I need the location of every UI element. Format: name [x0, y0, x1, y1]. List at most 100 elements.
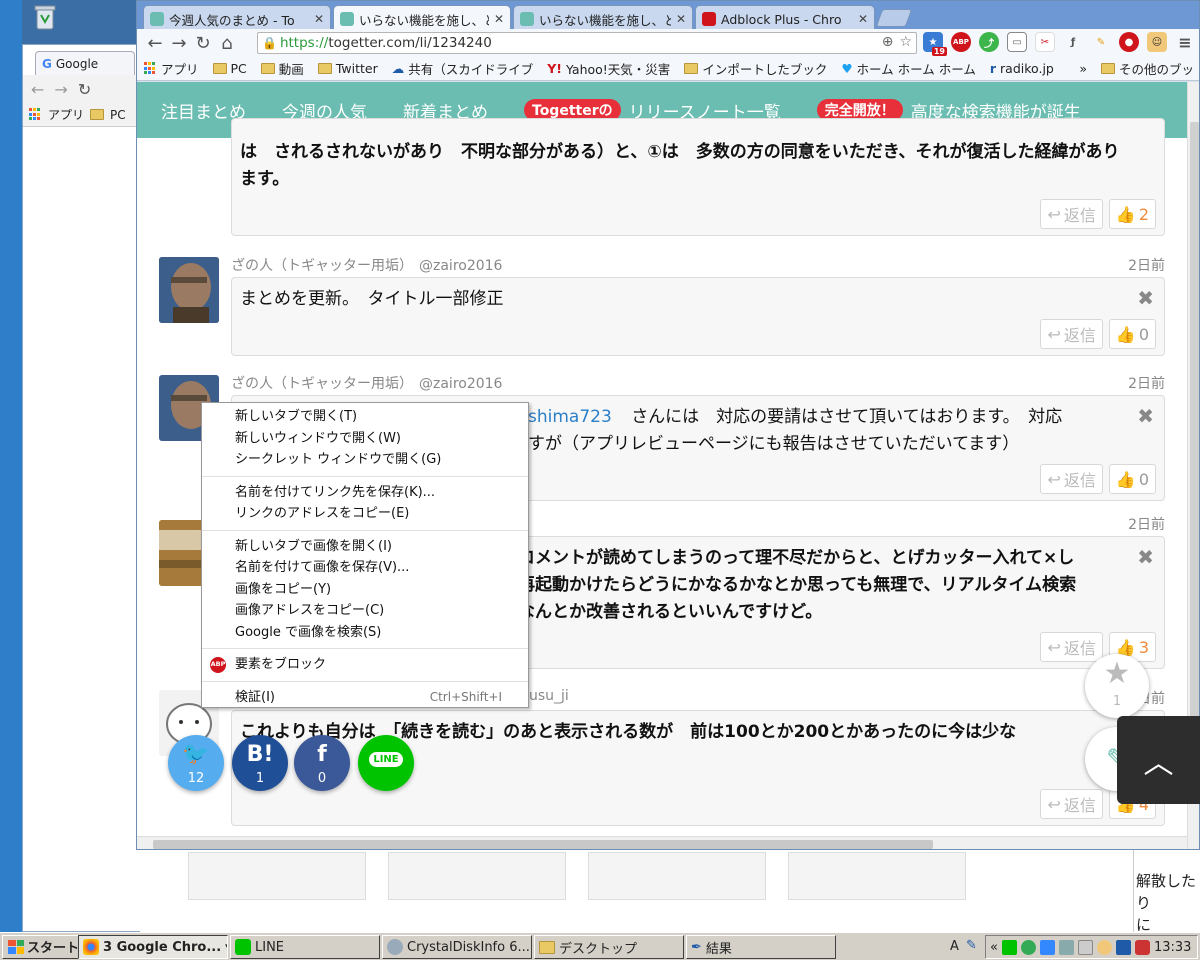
hatena-bookmark-button[interactable]: B! 1 — [232, 735, 288, 791]
menu-copy-image-address[interactable]: 画像アドレスをコピー(C) — [202, 600, 528, 622]
face-extension-icon[interactable]: ☺ — [1147, 32, 1167, 52]
new-tab-button[interactable] — [875, 9, 913, 27]
reply-button[interactable]: ↩ 返信 — [1040, 789, 1103, 819]
like-button[interactable]: 👍 0 — [1108, 319, 1156, 349]
bookmark-folder-imported[interactable]: インポートしたブック — [677, 59, 834, 78]
reply-button[interactable]: ↩ 返信 — [1040, 199, 1103, 229]
avatar[interactable] — [159, 257, 219, 323]
thumbnail[interactable] — [388, 852, 566, 900]
bookmark-apps[interactable]: アプリ — [137, 59, 206, 78]
thumbnail[interactable] — [188, 852, 366, 900]
face-tray-icon[interactable] — [1096, 939, 1112, 955]
menu-save-image-as[interactable]: 名前を付けて画像を保存(V)... — [202, 557, 528, 579]
shield-tray-icon[interactable] — [1134, 939, 1150, 955]
forward-icon[interactable]: → — [54, 80, 67, 99]
start-button[interactable]: スタート — [2, 934, 86, 959]
tab-current[interactable]: いらない機能を施し、と ✕ — [333, 5, 511, 29]
display-tray-icon[interactable] — [1058, 939, 1074, 955]
tab-adblock[interactable]: Adblock Plus - Chro ✕ — [695, 5, 875, 29]
comment-author[interactable]: ざの人（トギャッター用垢） — [231, 258, 413, 274]
adblock-plus-icon[interactable]: ABP — [951, 32, 971, 52]
like-button[interactable]: 👍 2 — [1108, 199, 1156, 229]
thumbnail[interactable] — [588, 852, 766, 900]
line-share-button[interactable]: LINE — [358, 735, 414, 791]
pen-tray-icon[interactable] — [1115, 939, 1131, 955]
bookmark-folder-video[interactable]: 動画 — [254, 59, 311, 78]
network-tray-icon[interactable] — [1039, 939, 1055, 955]
curve-extension-icon[interactable]: ƒ — [1063, 32, 1083, 52]
bookmark-home[interactable]: ♥ ホーム ホーム ホーム — [834, 59, 983, 78]
share-extension-icon[interactable]: ⤴ — [979, 32, 999, 52]
back-icon[interactable]: ← — [31, 80, 44, 99]
facebook-share-button[interactable]: f 0 — [294, 735, 350, 791]
bookmark-yahoo-weather[interactable]: Y! Yahoo!天気・災害 — [540, 59, 677, 78]
favorite-button[interactable]: ★ 1 — [1085, 654, 1149, 718]
pencil-extension-icon[interactable]: ✎ — [1091, 32, 1111, 52]
extension-star-icon[interactable]: ★ 19 — [923, 32, 947, 56]
task-line[interactable]: LINE — [230, 935, 380, 959]
tab-duplicate[interactable]: いらない機能を施し、と ✕ — [513, 5, 693, 29]
close-icon[interactable]: ✕ — [314, 12, 324, 26]
menu-open-new-window[interactable]: 新しいウィンドウで開く(W) — [202, 428, 528, 450]
scrollbar-thumb[interactable] — [1190, 122, 1199, 742]
menu-save-link-as[interactable]: 名前を付けてリンク先を保存(K)... — [202, 482, 528, 504]
reply-button[interactable]: ↩ 返信 — [1040, 464, 1103, 494]
comment-handle[interactable]: @zairo2016 — [419, 376, 502, 392]
bookmark-folder-twitter[interactable]: Twitter — [311, 61, 385, 76]
comment-handle[interactable]: usu_ji — [529, 688, 569, 704]
like-button[interactable]: 👍 0 — [1108, 464, 1156, 494]
address-bar[interactable]: 🔒 https:// togetter.com/li/1234240 ⊕ ☆ — [257, 32, 917, 54]
zoom-icon[interactable]: ⊕ — [882, 34, 894, 50]
reply-button[interactable]: ↩ 返信 — [1040, 319, 1103, 349]
background-tab[interactable]: G Google — [35, 51, 135, 75]
bookmark-folder-other[interactable]: その他のブッ — [1094, 59, 1199, 78]
recycle-bin-icon[interactable] — [30, 2, 60, 32]
delete-icon[interactable]: ✖ — [1137, 545, 1154, 569]
reload-icon[interactable]: ↻ — [191, 33, 215, 54]
ime-icon[interactable]: ✎ — [966, 938, 977, 953]
comment-time[interactable]: 2日前 — [1128, 255, 1165, 274]
line-tray-icon[interactable] — [1001, 939, 1017, 955]
close-icon[interactable]: ✕ — [676, 12, 686, 26]
comment-handle[interactable]: @zairo2016 — [419, 258, 502, 274]
bookmark-star-icon[interactable]: ☆ — [899, 34, 912, 50]
menu-copy-image[interactable]: 画像をコピー(Y) — [202, 579, 528, 601]
menu-inspect[interactable]: 検証(I) Ctrl+Shift+I — [202, 687, 528, 709]
red-circle-extension-icon[interactable]: ● — [1119, 32, 1139, 52]
bookmark-apps[interactable]: アプリ — [48, 106, 84, 123]
comment-author[interactable]: ざの人（トギャッター用垢） — [231, 376, 413, 392]
twitter-share-button[interactable]: 🐦 12 — [168, 735, 224, 791]
home-icon[interactable]: ⌂ — [215, 33, 239, 54]
close-icon[interactable]: ✕ — [494, 12, 504, 26]
menu-open-incognito[interactable]: シークレット ウィンドウで開く(G) — [202, 449, 528, 471]
green-tray-icon[interactable] — [1020, 939, 1036, 955]
grid-tray-icon[interactable] — [1077, 939, 1093, 955]
chrome-menu-icon[interactable]: ≡ — [1175, 32, 1195, 52]
menu-search-image-google[interactable]: Google で画像を検索(S) — [202, 622, 528, 644]
menu-open-image-new-tab[interactable]: 新しいタブで画像を開く(I) — [202, 536, 528, 558]
ime-indicator[interactable]: A — [950, 939, 959, 954]
delete-icon[interactable]: ✖ — [1137, 404, 1154, 428]
tab-weekly-popular[interactable]: 今週人気のまとめ - To ✕ — [143, 5, 331, 29]
task-crystaldiskinfo[interactable]: CrystalDiskInfo 6.... — [382, 935, 532, 959]
menu-open-new-tab[interactable]: 新しいタブで開く(T) — [202, 406, 528, 428]
mention-link[interactable]: shima723 — [528, 407, 612, 427]
chat-extension-icon[interactable]: ▭ — [1007, 32, 1027, 52]
scroll-to-top-button[interactable]: ︿ — [1117, 716, 1200, 804]
menu-block-element[interactable]: ABP 要素をブロック — [202, 654, 528, 676]
task-chrome[interactable]: 3 Google Chro... ▾ — [78, 935, 228, 959]
horizontal-scrollbar[interactable] — [137, 836, 1187, 849]
chevron-left-icon[interactable]: « — [990, 940, 998, 955]
task-results[interactable]: ✒ 結果 — [686, 935, 836, 959]
bookmark-pc[interactable]: PC — [110, 108, 126, 122]
menu-copy-link-address[interactable]: リンクのアドレスをコピー(E) — [202, 503, 528, 525]
reload-icon[interactable]: ↻ — [78, 80, 91, 99]
comment-time[interactable]: 2日前 — [1128, 514, 1165, 533]
thumbnail[interactable] — [788, 852, 966, 900]
clock[interactable]: 13:33 — [1154, 940, 1191, 955]
close-icon[interactable]: ✕ — [858, 12, 868, 26]
red-extension-icon[interactable]: ✂ — [1035, 32, 1055, 52]
scrollbar-thumb[interactable] — [153, 840, 933, 849]
bookmark-radiko[interactable]: r radiko.jp — [983, 61, 1061, 76]
bookmark-folder-pc[interactable]: PC — [206, 61, 254, 76]
